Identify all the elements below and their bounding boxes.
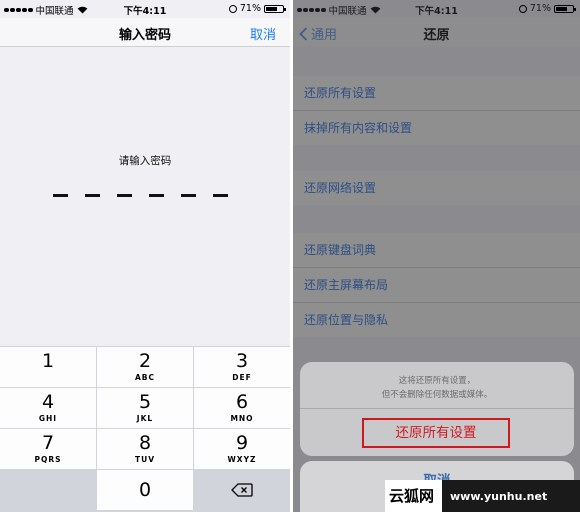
action-sheet-message: 这将还原所有设置， 但不会删除任何数据或媒体。 xyxy=(381,376,493,400)
watermark: 云狐网 www.yunhu.net xyxy=(385,480,580,512)
key-letters: MNO xyxy=(230,414,254,423)
key-letters: PQRS xyxy=(34,455,62,464)
passcode-entry-field[interactable] xyxy=(53,194,228,197)
key-8[interactable]: 8 TUV xyxy=(97,429,193,469)
navigation-bar: 通用 还原 xyxy=(293,18,580,46)
navigation-bar: 输入密码 取消 xyxy=(0,18,290,47)
battery-percent: 71% xyxy=(239,3,261,14)
key-letters: DEF xyxy=(232,373,252,382)
page-title: 输入密码 xyxy=(118,28,171,43)
key-letters: GHI xyxy=(38,414,58,423)
key-digit: 8 xyxy=(138,432,152,454)
reset-screen: 中国联通 下午4:11 71% 通用 还原 还原所有设置 抹掉所有内容和设置 还… xyxy=(293,0,580,512)
key-digit: 0 xyxy=(138,479,152,501)
status-bar: 中国联通 下午4:11 71% xyxy=(0,0,290,18)
key-1[interactable]: 1 xyxy=(0,347,96,387)
key-7[interactable]: 7 PQRS xyxy=(0,429,96,469)
reset-location-privacy-row[interactable]: 还原位置与隐私 xyxy=(293,303,580,337)
passcode-prompt: 请输入密码 xyxy=(118,155,172,167)
passcode-digit-slot xyxy=(181,194,196,197)
delete-key[interactable] xyxy=(194,470,290,510)
key-digit: 5 xyxy=(138,391,152,413)
reset-group-1: 还原所有设置 抹掉所有内容和设置 xyxy=(293,76,580,145)
backspace-icon xyxy=(231,483,253,497)
passcode-digit-slot xyxy=(149,194,164,197)
rotation-lock-icon xyxy=(228,4,237,13)
key-digit: 7 xyxy=(41,432,55,454)
reset-group-3: 还原键盘词典 还原主屏幕布局 还原位置与隐私 xyxy=(293,233,580,337)
watermark-brand: 云狐网 xyxy=(385,480,443,512)
divider xyxy=(300,408,574,409)
key-9[interactable]: 9 WXYZ xyxy=(194,429,290,469)
passcode-digit-slot xyxy=(85,194,100,197)
key-6[interactable]: 6 MNO xyxy=(194,388,290,428)
key-digit: 6 xyxy=(235,391,249,413)
passcode-digit-slot xyxy=(53,194,68,197)
reset-home-screen-row[interactable]: 还原主屏幕布局 xyxy=(293,268,580,303)
key-4[interactable]: 4 GHI xyxy=(0,388,96,428)
watermark-url: www.yunhu.net xyxy=(450,489,548,503)
reset-group-2: 还原网络设置 xyxy=(293,171,580,205)
battery-icon xyxy=(264,4,286,13)
action-sheet: 这将还原所有设置， 但不会删除任何数据或媒体。 还原所有设置 xyxy=(300,362,574,456)
passcode-digit-slot xyxy=(117,194,132,197)
key-digit: 3 xyxy=(235,350,249,372)
page-title: 还原 xyxy=(423,28,450,43)
passcode-digit-slot xyxy=(213,194,228,197)
key-3[interactable]: 3 DEF xyxy=(194,347,290,387)
rotation-lock-icon xyxy=(518,4,527,13)
battery-icon xyxy=(554,4,576,13)
reset-network-row[interactable]: 还原网络设置 xyxy=(293,171,580,205)
key-5[interactable]: 5 JKL xyxy=(97,388,193,428)
numeric-keypad: 1 2 ABC 3 DEF 4 GHI 5 JKL 6 MNO 7 PQRS 8 TUV 9 WXYZ 0 xyxy=(0,346,290,512)
key-0[interactable]: 0 xyxy=(97,470,193,510)
key-digit: 9 xyxy=(235,432,249,454)
key-letters: WXYZ xyxy=(227,455,257,464)
key-letters: TUV xyxy=(134,455,155,464)
reset-keyboard-dictionary-row[interactable]: 还原键盘词典 xyxy=(293,233,580,268)
key-2[interactable]: 2 ABC xyxy=(97,347,193,387)
key-digit: 2 xyxy=(138,350,152,372)
battery-percent: 71% xyxy=(529,3,551,14)
key-letters: ABC xyxy=(134,373,156,382)
passcode-screen: 中国联通 下午4:11 71% 输入密码 取消 请输入密码 1 2 ABC 3 DEF 4… xyxy=(0,0,290,512)
key-digit: 4 xyxy=(41,391,55,413)
key-letters: JKL xyxy=(136,414,154,423)
key-digit: 1 xyxy=(41,350,55,372)
reset-all-settings-row[interactable]: 还原所有设置 xyxy=(293,76,580,111)
confirm-reset-button[interactable]: 还原所有设置 xyxy=(362,418,510,448)
status-bar: 中国联通 下午4:11 71% xyxy=(293,0,580,18)
erase-all-content-row[interactable]: 抹掉所有内容和设置 xyxy=(293,111,580,145)
cancel-button[interactable]: 取消 xyxy=(250,24,276,43)
